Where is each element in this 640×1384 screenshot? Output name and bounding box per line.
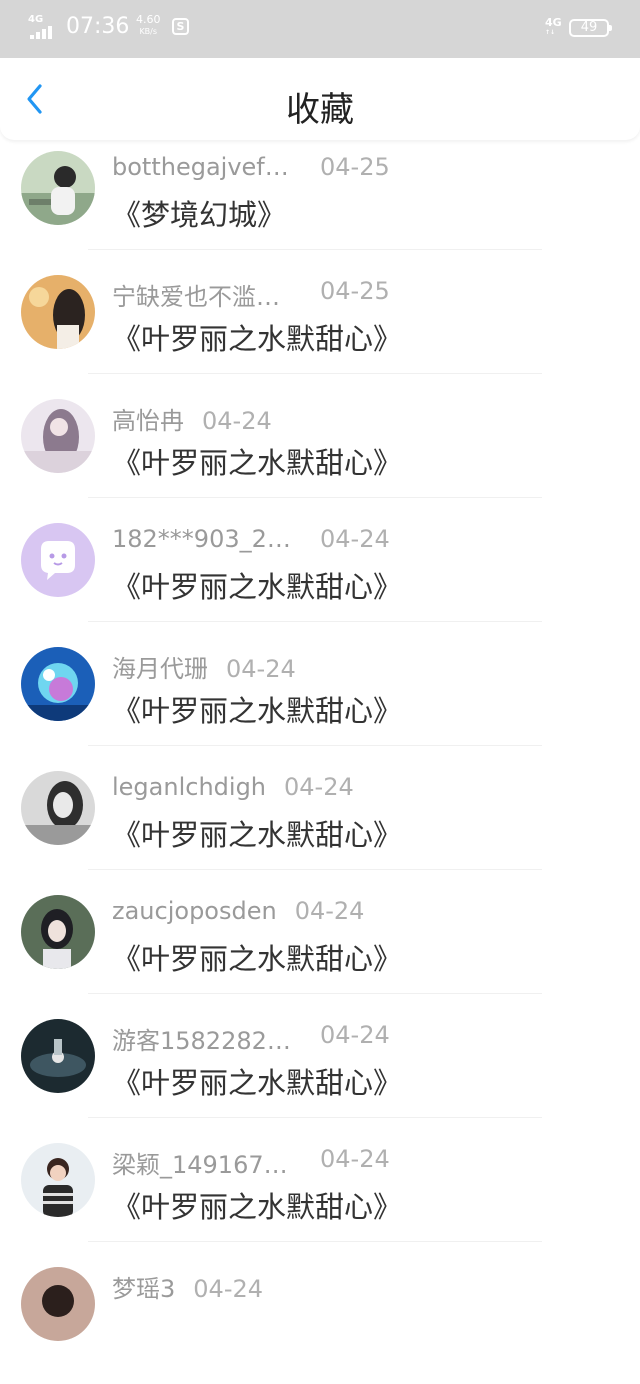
list-item[interactable]: 游客1582282… 04-24 《叶罗丽之水默甜心》 [0,1012,640,1136]
divider [88,373,542,374]
list-item[interactable]: 梁颖_149167… 04-24 《叶罗丽之水默甜心》 [0,1136,640,1260]
user-name: 梦瑶3 [112,1275,176,1303]
divider [88,993,542,994]
user-name: 高怡冉 [112,407,184,435]
battery-icon: 49 [569,19,612,37]
list-item[interactable]: 梦瑶3 04-24 [0,1260,640,1384]
list-item[interactable]: 宁缺爱也不滥… 04-25 《叶罗丽之水默甜心》 [0,268,640,392]
book-title[interactable]: 《叶罗丽之水默甜心》 [112,564,402,606]
network-type-secondary: 4G ↑↓ [545,16,562,36]
favorites-list: botthegajvef… 04-25 《梦境幻城》 宁缺爱也不滥… 04-25 《… [0,144,640,1384]
favorite-date: 04-24 [320,1145,390,1173]
divider [88,497,542,498]
list-item[interactable]: 182***903_2… 04-24 《叶罗丽之水默甜心》 [0,516,640,640]
favorite-date: 04-25 [320,277,390,305]
user-avatar[interactable] [21,1267,95,1341]
user-name: leganlchdigh [112,773,267,801]
divider [88,869,542,870]
speed-unit: KB/s [139,27,158,36]
favorite-date: 04-24 [193,1275,264,1303]
speed-value: 4.60 [136,13,161,26]
page-title: 收藏 [286,90,354,130]
book-title[interactable]: 《叶罗丽之水默甜心》 [112,688,402,730]
list-item[interactable]: 海月代珊 04-24 《叶罗丽之水默甜心》 [0,640,640,764]
favorite-date: 04-24 [202,407,272,435]
navigation-bar: 收藏 [0,58,640,140]
user-name: zaucjoposden [112,897,277,925]
divider [88,1117,542,1118]
book-title[interactable]: 《叶罗丽之水默甜心》 [112,1184,402,1226]
user-avatar[interactable] [21,647,95,721]
user-avatar[interactable] [21,771,95,845]
favorite-date: 04-24 [284,773,354,801]
list-item[interactable]: leganlchdigh 04-24 《叶罗丽之水默甜心》 [0,764,640,888]
user-name: 宁缺爱也不滥… [112,283,280,311]
favorite-date: 04-24 [226,655,296,683]
book-title[interactable]: 《梦境幻城》 [112,192,286,234]
notification-app-icon: S [172,18,189,35]
book-title[interactable]: 《叶罗丽之水默甜心》 [112,316,402,358]
favorite-date: 04-24 [320,525,390,553]
user-avatar[interactable] [21,1019,95,1093]
signal-icon: 4G [28,14,58,40]
divider [88,249,542,250]
book-title[interactable]: 《叶罗丽之水默甜心》 [112,936,402,978]
divider [88,745,542,746]
default-avatar-icon[interactable] [21,523,95,597]
favorite-date: 04-24 [320,1021,390,1049]
divider [88,1241,542,1242]
network2-label: 4G [545,16,562,29]
status-time: 07:36 [66,14,130,39]
network-speed: 4.60 KB/s [136,14,161,38]
user-avatar[interactable] [21,1143,95,1217]
user-name: 游客1582282… [112,1027,291,1055]
favorite-date: 04-24 [294,897,365,925]
status-bar: 4G 07:36 4.60 KB/s S 4G ↑↓ 49 [0,0,640,58]
book-title[interactable]: 《叶罗丽之水默甜心》 [112,812,402,854]
user-name: botthegajvef… [112,153,289,181]
list-item[interactable]: botthegajvef… 04-25 《梦境幻城》 [0,144,640,268]
list-item[interactable]: 高怡冉 04-24 《叶罗丽之水默甜心》 [0,392,640,516]
battery-level: 49 [580,20,598,35]
user-avatar[interactable] [21,895,95,969]
user-avatar[interactable] [21,151,95,225]
list-item[interactable]: zaucjoposden 04-24 《叶罗丽之水默甜心》 [0,888,640,1012]
favorite-date: 04-25 [320,153,390,181]
user-name: 182***903_2… [112,525,291,553]
divider [88,621,542,622]
user-avatar[interactable] [21,399,95,473]
book-title[interactable]: 《叶罗丽之水默甜心》 [112,440,402,482]
network-type: 4G [28,14,44,25]
book-title[interactable]: 《叶罗丽之水默甜心》 [112,1060,402,1102]
user-avatar[interactable] [21,275,95,349]
user-name: 梁颖_149167… [112,1151,288,1179]
user-name: 海月代珊 [112,655,208,683]
